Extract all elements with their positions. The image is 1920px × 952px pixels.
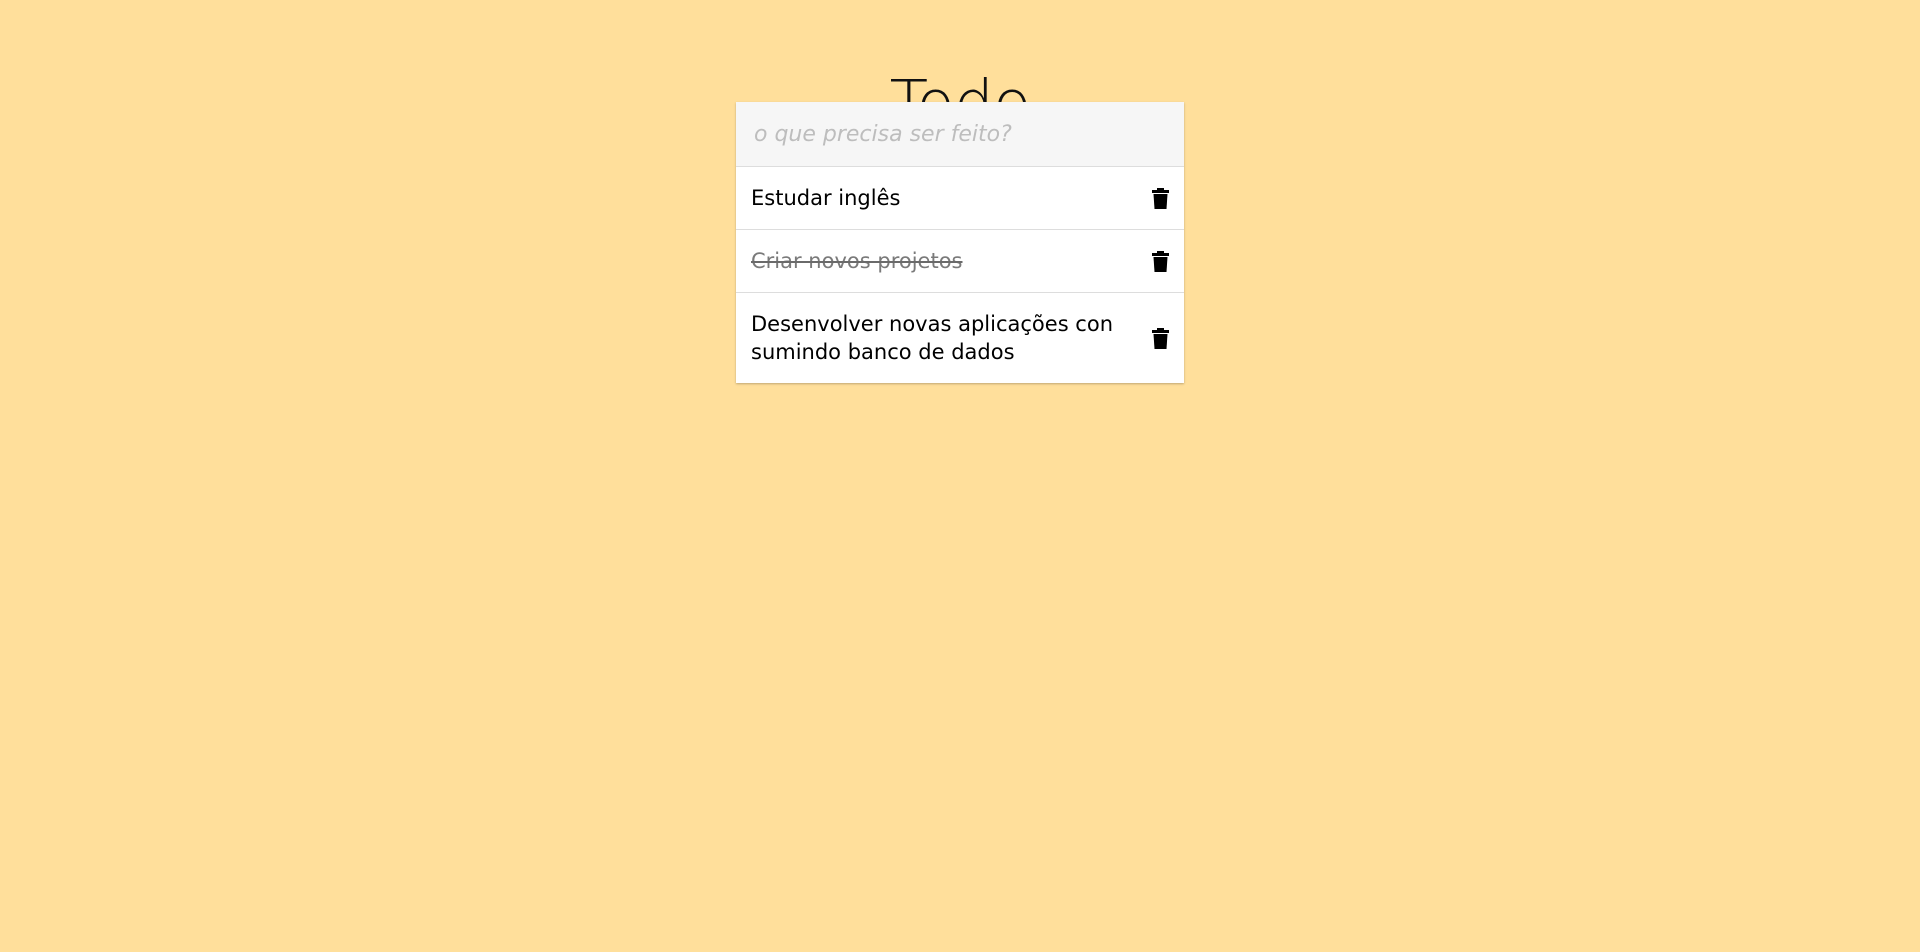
- todo-item[interactable]: Criar novos projetos: [736, 230, 1184, 293]
- new-todo-input[interactable]: [752, 120, 1168, 148]
- todo-item[interactable]: Desenvolver novas aplicações con sumindo…: [736, 293, 1184, 383]
- todo-item-label: Estudar inglês: [751, 186, 901, 210]
- todo-item-label: Criar novos projetos: [751, 249, 963, 273]
- trash-icon[interactable]: [1150, 249, 1170, 273]
- todo-item-label: Desenvolver novas aplicações con sumindo…: [751, 312, 1114, 364]
- todo-item[interactable]: Estudar inglês: [736, 167, 1184, 230]
- todo-panel: Estudar inglês Criar novos projetos Dese…: [736, 102, 1184, 383]
- trash-icon[interactable]: [1150, 326, 1170, 350]
- new-todo-row: [736, 102, 1184, 167]
- trash-icon[interactable]: [1150, 186, 1170, 210]
